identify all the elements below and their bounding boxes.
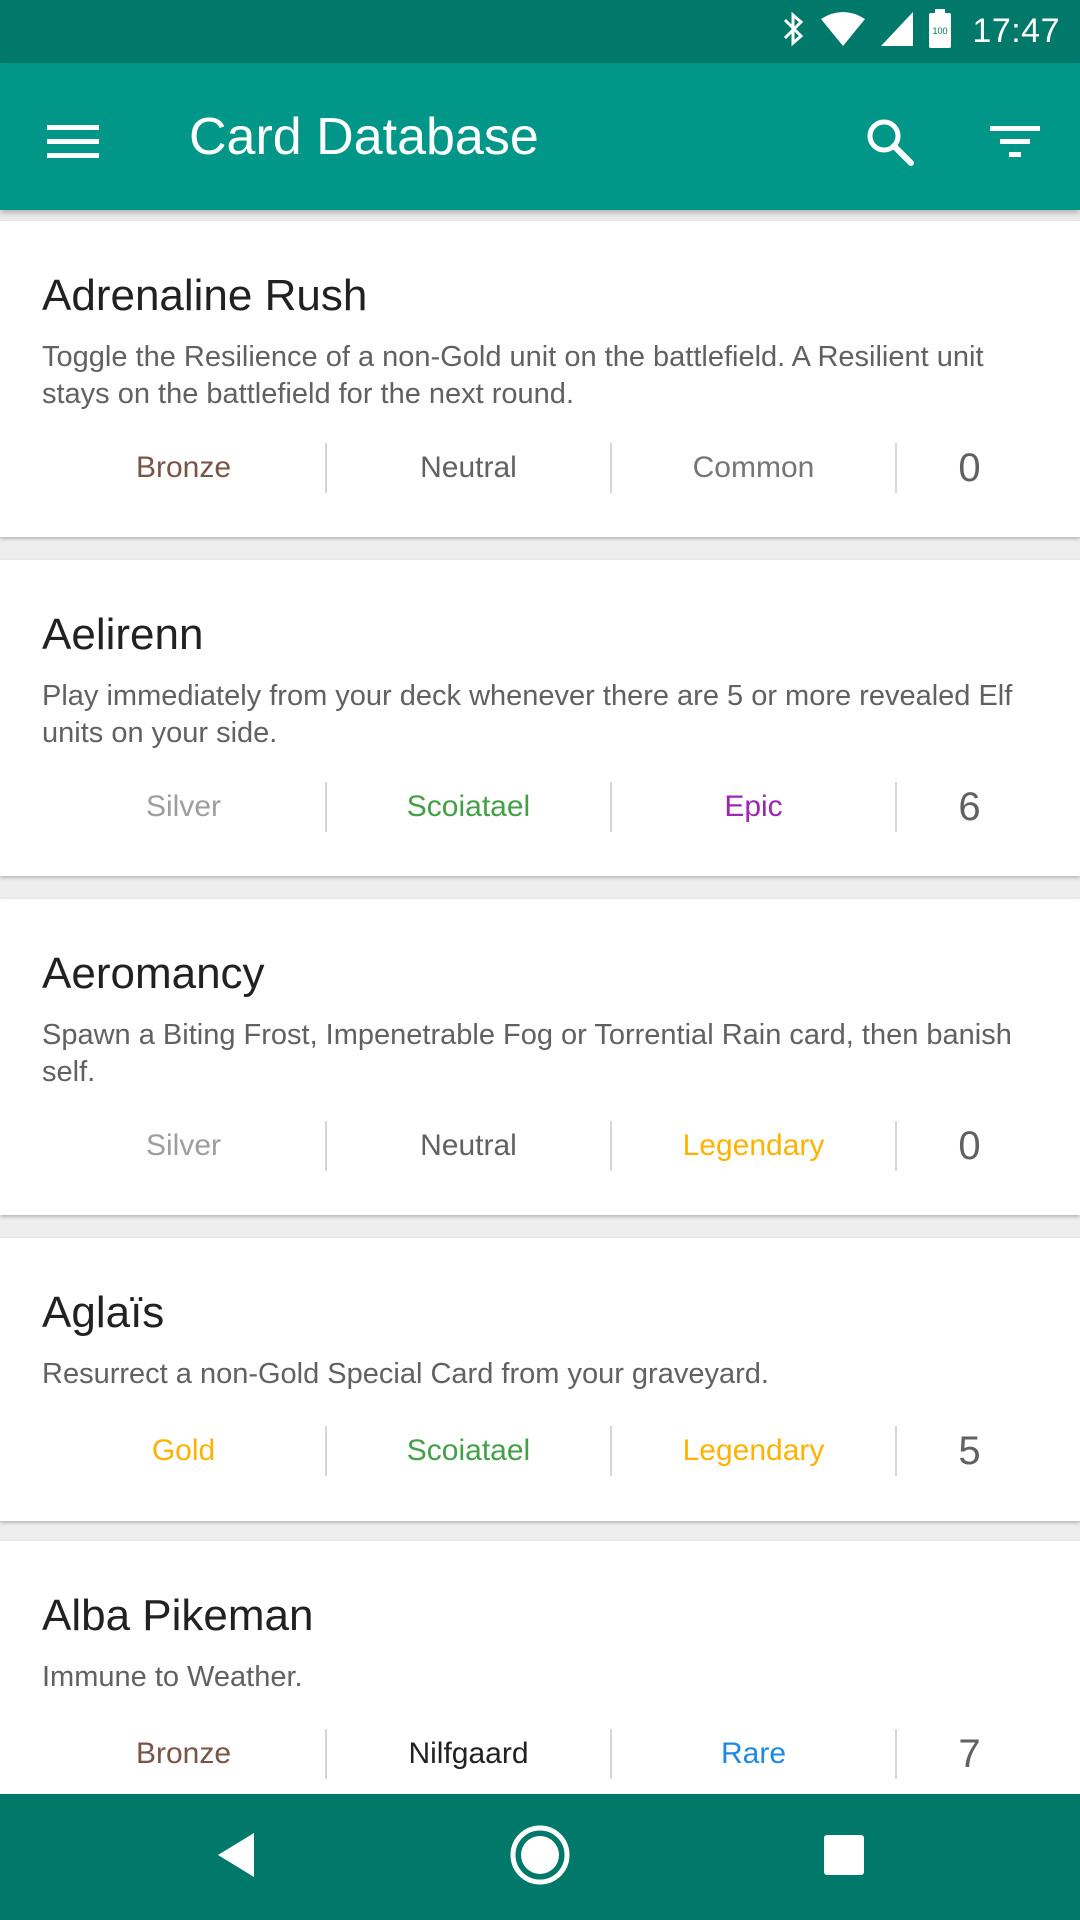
card-rarity: Legendary [682,1434,825,1467]
card-rarity: Legendary [682,1129,825,1162]
recents-button[interactable] [794,1812,894,1902]
card-name: Alba Pikeman [42,1591,314,1640]
card-tier: Silver [145,790,221,823]
card-attributes: Gold Scoiatael Legendary 5 [42,1426,1042,1476]
card-description: Spawn a Biting Frost, Impenetrable Fog o… [42,1019,1012,1088]
card-faction: Neutral [420,1129,517,1162]
bluetooth-icon [780,10,806,53]
battery-icon: 100 [928,9,952,54]
menu-button[interactable] [28,99,118,189]
page-title: Card Database [189,107,539,166]
filter-icon [990,123,1040,166]
card-cost: 6 [958,784,981,829]
card-faction: Nilfgaard [408,1737,529,1770]
card-faction: Neutral [420,451,517,484]
card-attributes: Silver Neutral Legendary 0 [42,1121,1042,1171]
card-faction: Scoiatael [406,1434,531,1467]
card-rarity: Common [692,451,815,484]
search-button[interactable] [845,99,935,189]
card-item[interactable]: Adrenaline Rush Toggle the Resilience of… [0,220,1080,537]
search-icon [865,117,915,172]
status-bar: 100 17:47 [0,0,1080,63]
card-tier: Bronze [135,451,232,484]
card-name: Adrenaline Rush [42,271,368,320]
signal-icon [880,11,914,52]
back-button[interactable] [186,1812,286,1902]
menu-icon [47,122,99,167]
app-bar: Card Database [0,63,1080,210]
card-rarity: Epic [724,790,783,823]
card-faction: Scoiatael [406,790,531,823]
filter-button[interactable] [970,99,1060,189]
card-name: Aelirenn [42,610,204,659]
back-icon [214,1831,258,1884]
home-button[interactable] [490,1812,590,1902]
card-attributes: Bronze Neutral Common 0 [42,443,1042,493]
card-cost: 0 [958,445,981,490]
card-item[interactable]: Aeromancy Spawn a Biting Frost, Impenetr… [0,898,1080,1215]
card-cost: 7 [958,1731,981,1776]
card-attributes: Silver Scoiatael Epic 6 [42,782,1042,832]
card-name: Aeromancy [42,949,265,998]
card-item[interactable]: Aglaïs Resurrect a non-Gold Special Card… [0,1237,1080,1521]
home-icon [509,1824,571,1891]
card-rarity: Rare [720,1737,787,1770]
card-name: Aglaïs [42,1288,165,1337]
card-description: Immune to Weather. [42,1661,303,1693]
status-time: 17:47 [972,12,1060,50]
card-item[interactable]: Aelirenn Play immediately from your deck… [0,559,1080,876]
card-tier: Silver [145,1129,221,1162]
card-attributes: Bronze Nilfgaard Rare 7 [42,1729,1042,1779]
status-icons: 100 17:47 [780,0,1060,63]
wifi-icon [820,11,866,52]
card-cost: 5 [958,1428,981,1473]
navigation-bar [0,1794,1080,1920]
card-tier: Gold [151,1434,216,1467]
battery-level: 100 [933,26,948,36]
card-list[interactable]: Adrenaline Rush Toggle the Resilience of… [0,210,1080,1794]
recents-icon [823,1834,865,1881]
card-tier: Bronze [135,1737,232,1770]
card-cost: 0 [958,1123,981,1168]
card-description: Resurrect a non-Gold Special Card from y… [42,1358,769,1390]
card-description: Play immediately from your deck whenever… [42,680,1013,749]
card-description: Toggle the Resilience of a non-Gold unit… [42,341,984,410]
card-item[interactable]: Alba Pikeman Immune to Weather. Bronze N… [0,1540,1080,1794]
